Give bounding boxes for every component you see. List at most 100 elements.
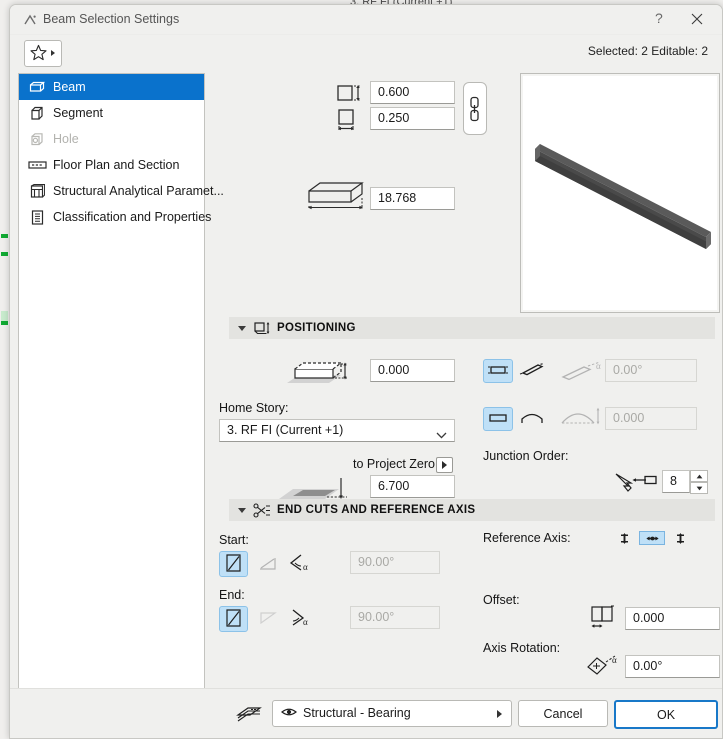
svg-text:α: α: [303, 617, 308, 627]
end-cuts-icon: [253, 502, 271, 518]
straight-profile-toggle[interactable]: [483, 407, 513, 431]
junction-order-icon: [614, 471, 658, 496]
chevron-right-icon: [51, 50, 55, 56]
axis-rotation-icon: α: [585, 653, 623, 682]
floor-plan-icon: [27, 157, 47, 173]
stepper-down-button[interactable]: [690, 482, 708, 494]
end-cut-vertical-toggle[interactable]: [219, 606, 248, 632]
elevation-to-home-story-icon: [285, 355, 361, 394]
ref-axis-cell-bottom-right[interactable]: [667, 531, 693, 545]
project-zero-expand-button[interactable]: [436, 457, 453, 473]
section-title: POSITIONING: [277, 322, 356, 334]
layer-select[interactable]: Structural - Bearing: [272, 700, 512, 727]
end-cut-perpendicular-toggle[interactable]: [253, 606, 282, 632]
chevron-down-icon: [238, 325, 246, 331]
straight-profile-icon: [487, 412, 509, 427]
close-button[interactable]: [678, 5, 718, 34]
positioning-section-header[interactable]: POSITIONING: [229, 317, 715, 339]
slant-angle-input: 0.00°: [605, 359, 697, 382]
layer-value: Structural - Bearing: [303, 706, 411, 720]
start-cut-vertical-toggle[interactable]: [219, 551, 248, 577]
offset-label: Offset:: [483, 593, 520, 607]
curve-height-input: 0.000: [605, 407, 697, 430]
help-button[interactable]: ?: [640, 5, 680, 34]
ref-axis-cell-bottom-center[interactable]: [639, 531, 665, 545]
beam-icon: [27, 79, 47, 95]
sidebar-item-structural-analytical-parameters[interactable]: Structural Analytical Paramet...: [19, 178, 224, 204]
sidebar-item-label: Hole: [53, 132, 79, 146]
end-cut-vertical-icon: [224, 608, 243, 631]
hole-icon: [27, 131, 47, 147]
sidebar-item-hole: Hole: [19, 126, 204, 152]
project-zero-input[interactable]: 6.700: [370, 475, 455, 498]
home-story-value: 3. RF FI (Current +1): [227, 423, 344, 437]
layers-icon[interactable]: [236, 703, 262, 726]
ok-button[interactable]: OK: [614, 700, 718, 729]
beam-selection-settings-dialog: Beam Selection Settings ? Selected: 2 Ed…: [9, 4, 723, 739]
positioning-icon: [253, 320, 271, 336]
start-cut-perpendicular-toggle[interactable]: [253, 551, 282, 577]
title-bar[interactable]: Beam Selection Settings ?: [10, 5, 722, 35]
beam-width-input[interactable]: 0.250: [370, 107, 455, 130]
reference-axis-label: Reference Axis:: [483, 531, 571, 545]
horizontal-beam-icon: [487, 363, 509, 380]
rail-marker: [1, 234, 8, 238]
sidebar-item-label: Segment: [53, 106, 104, 120]
beam-3d-preview[interactable]: [520, 73, 720, 313]
segment-icon: [27, 105, 47, 121]
sidebar-item-classification-and-properties[interactable]: Classification and Properties: [19, 204, 211, 230]
axis-rotation-input[interactable]: 0.00°: [625, 655, 720, 678]
end-cuts-section-header[interactable]: END CUTS AND REFERENCE AXIS: [229, 499, 715, 521]
curved-profile-toggle[interactable]: [517, 407, 547, 431]
structural-analytical-icon: [27, 183, 47, 199]
ref-axis-cell-bottom-left[interactable]: [611, 531, 637, 545]
star-icon: [29, 44, 48, 65]
start-cut-vertical-icon: [224, 553, 243, 576]
slanted-beam-toggle[interactable]: [517, 359, 547, 383]
sidebar-item-segment[interactable]: Segment: [19, 100, 204, 126]
elevation-input[interactable]: 0.000: [370, 359, 455, 382]
end-cut-custom-angle-toggle[interactable]: α: [287, 606, 316, 632]
triangle-right-icon: [442, 461, 447, 469]
sidebar-item-floor-plan-and-section[interactable]: Floor Plan and Section: [19, 152, 204, 178]
rail-marker: [1, 252, 8, 256]
end-cut-custom-angle-icon: α: [289, 608, 315, 631]
slanted-beam-icon: [519, 362, 545, 381]
curve-height-icon: [560, 405, 608, 430]
junction-order-stepper[interactable]: [690, 470, 708, 494]
svg-text:α: α: [596, 361, 601, 371]
reference-axis-selector[interactable]: [611, 531, 703, 577]
junction-order-label: Junction Order:: [483, 449, 569, 463]
window-title: Beam Selection Settings: [43, 12, 180, 26]
beam-width-icon: [337, 109, 367, 136]
beam-height-icon: [337, 83, 367, 106]
sidebar-item-label: Floor Plan and Section: [53, 158, 180, 172]
selection-info: Selected: 2 Editable: 2: [587, 44, 708, 58]
offset-input[interactable]: 0.000: [625, 607, 720, 630]
axis-rotation-label: Axis Rotation:: [483, 641, 561, 655]
start-cut-perpendicular-icon: [258, 554, 278, 575]
sidebar-item-beam[interactable]: Beam: [19, 74, 204, 100]
chevron-down-icon: [436, 428, 447, 442]
end-angle-input: 90.00°: [350, 606, 440, 629]
home-story-label: Home Story:: [219, 401, 289, 415]
beam-height-input[interactable]: 0.600: [370, 81, 455, 104]
classification-icon: [27, 209, 47, 225]
chevron-down-icon: [238, 507, 246, 513]
start-cut-custom-angle-toggle[interactable]: α: [287, 551, 316, 577]
stepper-up-button[interactable]: [690, 470, 708, 482]
chain-link-icon: [468, 96, 481, 125]
home-story-select[interactable]: 3. RF FI (Current +1): [219, 419, 455, 442]
dialog-footer: Structural - Bearing Cancel OK: [10, 688, 722, 738]
cancel-button[interactable]: Cancel: [518, 700, 608, 727]
sidebar-item-label: Beam: [53, 80, 86, 94]
horizontal-beam-toggle[interactable]: [483, 359, 513, 383]
favorites-button[interactable]: [24, 40, 62, 67]
rail-marker: [1, 321, 8, 325]
start-cut-custom-angle-icon: α: [289, 553, 315, 576]
offset-icon: [589, 605, 617, 634]
beam-length-input[interactable]: 18.768: [370, 187, 455, 210]
junction-order-input[interactable]: 8: [662, 470, 690, 493]
eye-icon: [281, 706, 297, 721]
link-dimensions-toggle[interactable]: [463, 82, 487, 135]
